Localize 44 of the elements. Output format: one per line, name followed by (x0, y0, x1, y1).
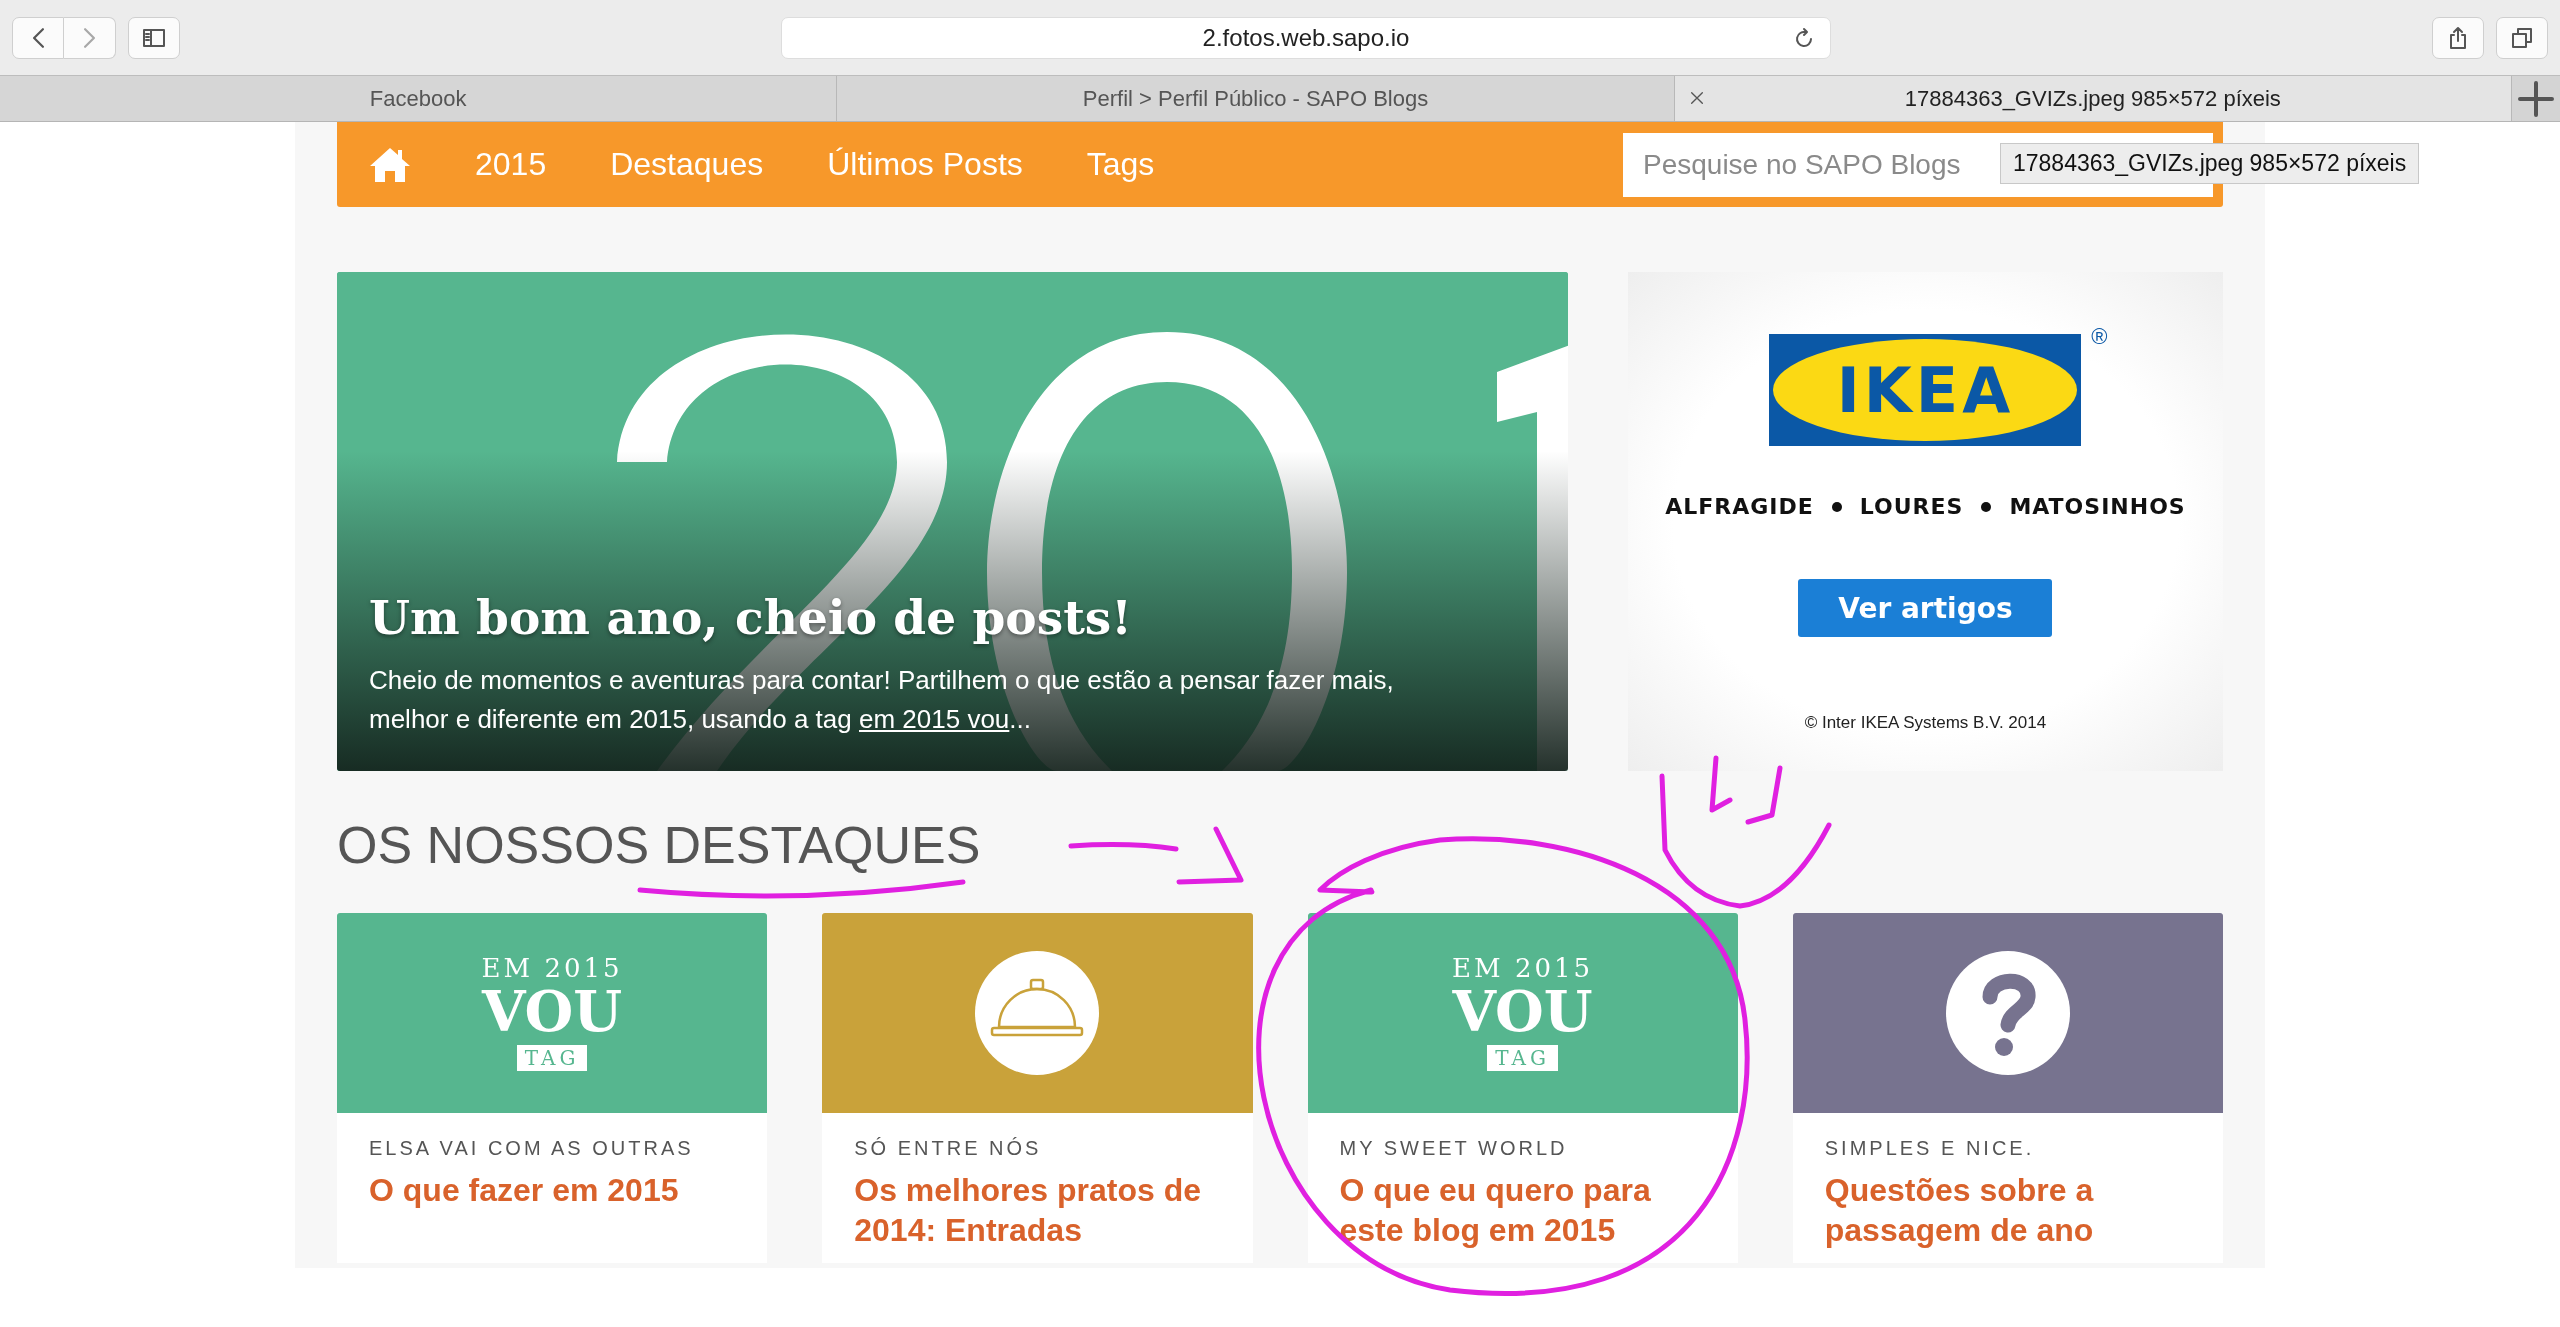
question-icon (1943, 949, 2072, 1077)
blog-name: SÓ ENTRE NÓS (854, 1137, 1043, 1160)
section-title: OS NOSSOS DESTAQUES (337, 815, 981, 875)
tooltip: 17884363_GVIZs.jpeg 985×572 píxeis (2000, 142, 2420, 184)
post-card[interactable]: EM 2015 VOU TAG ELSA VAI COM AS OUTRAS O que fazer em 2015 (337, 913, 768, 1263)
bullet-dot (1831, 501, 1842, 512)
blog-name: ELSA VAI COM AS OUTRAS (369, 1137, 695, 1160)
tag-label: TAG (516, 1045, 588, 1071)
blog-name: SIMPLES E NICE. (1824, 1137, 2036, 1160)
view-articles-button[interactable]: Ver artigos (1798, 579, 2053, 637)
sidebar-button[interactable] (128, 16, 180, 59)
copyright-text: © Inter IKEA Systems B.V. 2014 (1804, 713, 2047, 733)
badge-text: VOU (1452, 983, 1593, 1039)
tag-link[interactable]: em 2015 vou (859, 704, 1010, 734)
address-bar[interactable]: 2.fotos.web.sapo.io (781, 16, 1831, 59)
hero-description: Cheio de momentos e aventuras para contar! Partilhem o que estão a pensar fazer mais, melhor e diferente em 2015, usando a tag em 2015 vou... (369, 664, 1395, 736)
post-title[interactable]: Os melhores pratos de 2014: Entradas (854, 1170, 1221, 1250)
share-button[interactable] (2432, 16, 2484, 59)
close-icon (1688, 90, 1705, 106)
tag-label: TAG (1487, 1045, 1558, 1071)
post-card[interactable]: EM 2015 VOU TAG MY SWEET WORLD O que eu quero para este blog em 2015 (1307, 913, 1738, 1263)
post-card[interactable]: SÓ ENTRE NÓS Os melhores pratos de 2014: Entradas (822, 913, 1253, 1263)
back-button[interactable] (12, 16, 64, 59)
badge-text: EM 2015 (1452, 955, 1594, 981)
badge-text: VOU (482, 983, 623, 1039)
registered-mark: ® (2091, 326, 2108, 348)
back-icon (32, 27, 44, 48)
blog-name: MY SWEET WORLD (1339, 1137, 1569, 1160)
location-label: MATOSINHOS (2009, 494, 2186, 519)
logo: IKEA (1769, 334, 2082, 446)
location-label: ALFRAGIDE (1665, 494, 1814, 519)
cloche-icon (973, 949, 1102, 1077)
forward-icon (84, 27, 95, 48)
post-title[interactable]: O que eu quero para este blog em 2015 (1339, 1170, 1706, 1250)
badge-text: EM 2015 (481, 955, 623, 981)
post-title[interactable]: O que fazer em 2015 (369, 1170, 736, 1210)
browser-tab[interactable]: 17884363_GVIZs.jpeg 985×572 píxeis (1674, 76, 2512, 121)
tabs-icon (2510, 25, 2534, 50)
post-card[interactable]: SIMPLES E NICE. Questões sobre a passagem de ano (1792, 913, 2223, 1263)
bullet-dot (1981, 501, 1992, 512)
tabs-button[interactable] (2496, 16, 2548, 59)
hero-title: Um bom ano, cheio de posts! (369, 590, 1133, 645)
location-label: LOURES (1859, 494, 1964, 519)
post-title[interactable]: Questões sobre a passagem de ano (1824, 1170, 2191, 1250)
